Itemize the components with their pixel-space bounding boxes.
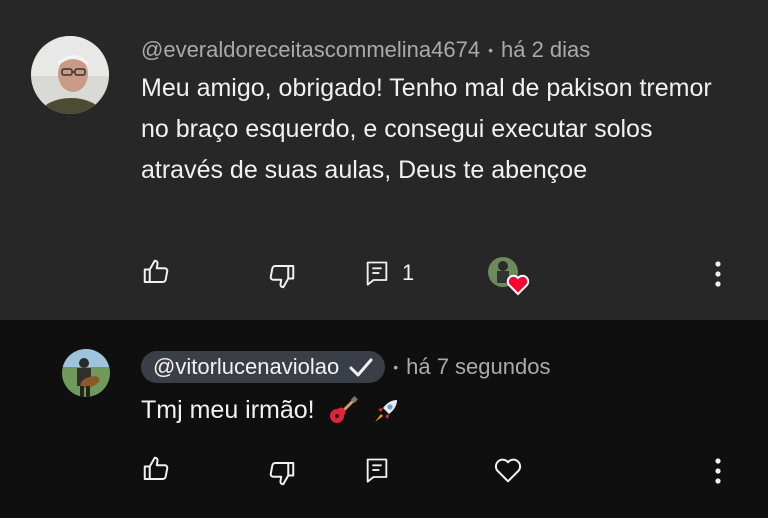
- heart-outline-icon: [494, 458, 522, 483]
- comment-text: Tmj meu irmão!: [141, 396, 315, 424]
- creator-heart-badge: [487, 256, 531, 300]
- check-icon: [349, 358, 373, 377]
- like-button[interactable]: [140, 453, 172, 485]
- comment-reply: @vitorlucenaviolao • há 7 segundos Tmj m…: [0, 320, 768, 518]
- more-options-button[interactable]: [706, 455, 730, 487]
- heart-button[interactable]: [492, 454, 524, 486]
- comment-text: Meu amigo, obrigado! Tenho mal de pakiso…: [141, 74, 712, 184]
- separator-dot: •: [488, 42, 493, 58]
- author-avatar[interactable]: [62, 349, 110, 397]
- author-avatar[interactable]: [31, 36, 109, 114]
- comment-thread-highlighted: @everaldoreceitascommelina4674 • há 2 di…: [0, 0, 768, 320]
- comment-timestamp[interactable]: há 2 dias: [501, 37, 590, 63]
- rocket-emoji: [374, 400, 397, 423]
- comment-header: @everaldoreceitascommelina4674 • há 2 di…: [141, 37, 590, 63]
- dislike-button[interactable]: [266, 457, 298, 489]
- thumbs-down-icon: [269, 461, 295, 486]
- comment-timestamp[interactable]: há 7 segundos: [406, 354, 550, 380]
- author-handle[interactable]: @everaldoreceitascommelina4674: [141, 37, 480, 63]
- comment-header: @vitorlucenaviolao • há 7 segundos: [141, 351, 550, 383]
- more-vertical-icon: [715, 458, 721, 484]
- heart-icon: [506, 274, 530, 296]
- reply-count[interactable]: 1: [402, 260, 414, 286]
- reply-button[interactable]: [362, 455, 392, 485]
- guitar-emoji: [329, 396, 358, 424]
- reply-icon: [366, 261, 388, 286]
- thumbs-up-icon: [143, 259, 169, 284]
- separator-dot: •: [393, 359, 399, 375]
- more-vertical-icon: [715, 261, 721, 287]
- comment-text-container: Tmj meu irmão!: [141, 390, 721, 431]
- reply-button[interactable]: [362, 258, 392, 288]
- like-button[interactable]: [140, 256, 172, 288]
- creator-handle-badge[interactable]: @vitorlucenaviolao: [141, 351, 386, 383]
- reply-icon: [366, 458, 388, 483]
- author-handle: @vitorlucenaviolao: [153, 354, 340, 379]
- dislike-button[interactable]: [266, 260, 298, 292]
- thumbs-down-icon: [269, 264, 295, 289]
- thumbs-up-icon: [143, 456, 169, 481]
- more-options-button[interactable]: [706, 258, 730, 290]
